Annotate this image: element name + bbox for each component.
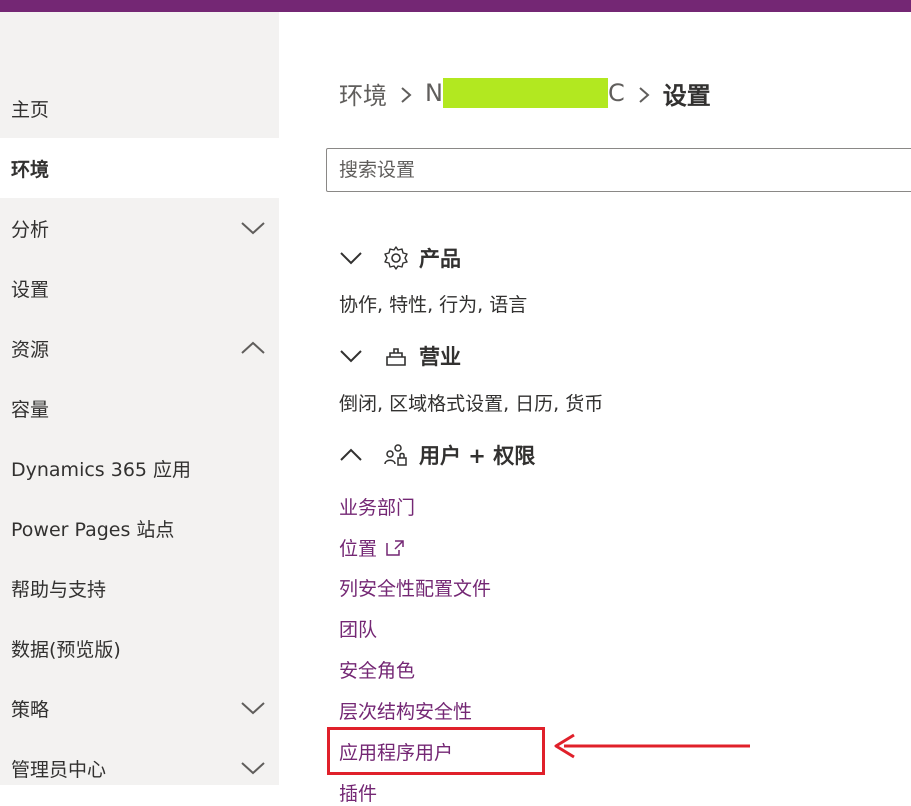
link-label: 插件 xyxy=(339,783,378,805)
chevron-down-icon xyxy=(339,250,363,266)
link-label: 团队 xyxy=(339,619,378,641)
chevron-up-icon xyxy=(339,447,363,463)
sidebar-item-environments[interactable]: 环境 xyxy=(0,138,279,198)
sidebar-item-label: Dynamics 365 应用 xyxy=(11,458,192,481)
sidebar-item-analytics[interactable]: 分析 xyxy=(0,198,279,258)
redaction-block xyxy=(442,78,608,108)
section-business-header[interactable]: 营业 xyxy=(339,340,461,372)
chevron-down-icon[interactable] xyxy=(240,760,266,776)
sidebar-item-power-pages-sites[interactable]: Power Pages 站点 xyxy=(0,498,279,558)
chevron-right-icon xyxy=(635,83,653,103)
search-settings-input[interactable] xyxy=(326,148,911,192)
link-plugins[interactable]: 插件 xyxy=(339,779,377,806)
link-security-roles[interactable]: 安全角色 xyxy=(339,656,415,683)
link-label: 安全角色 xyxy=(339,660,416,682)
breadcrumb-environment[interactable]: N C xyxy=(425,78,625,108)
link-label: 层次结构安全性 xyxy=(339,701,473,723)
sidebar-item-data-preview[interactable]: 数据(预览版) xyxy=(0,618,279,678)
chevron-down-icon[interactable] xyxy=(240,220,266,236)
sidebar-item-label: 资源 xyxy=(11,338,50,361)
breadcrumb-current: 设置 xyxy=(662,81,711,110)
section-business-description: 倒闭, 区域格式设置, 日历, 货币 xyxy=(339,393,604,415)
link-label: 位置 xyxy=(339,538,378,560)
section-title: 营业 xyxy=(419,345,461,369)
sidebar-item-label: 设置 xyxy=(11,278,50,301)
people-lock-icon xyxy=(383,442,409,468)
sidebar-item-policies[interactable]: 策略 xyxy=(0,678,279,738)
sidebar-item-label: 管理员中心 xyxy=(11,758,107,781)
link-hierarchy-security[interactable]: 层次结构安全性 xyxy=(339,697,472,724)
sidebar-item-label: 数据(预览版) xyxy=(11,638,121,661)
section-title: 用户 + 权限 xyxy=(419,444,536,468)
section-users-permissions-header[interactable]: 用户 + 权限 xyxy=(339,439,535,471)
link-label: 列安全性配置文件 xyxy=(339,578,492,600)
breadcrumb-root[interactable]: 环境 xyxy=(339,76,387,111)
section-product-header[interactable]: 产品 xyxy=(339,242,461,274)
chevron-down-icon xyxy=(339,348,363,364)
sidebar-item-label: 分析 xyxy=(11,218,50,241)
sidebar-item-capacity[interactable]: 容量 xyxy=(0,378,279,438)
sidebar-item-label: Power Pages 站点 xyxy=(11,518,175,541)
sidebar-item-dynamics-365-apps[interactable]: Dynamics 365 应用 xyxy=(0,438,279,498)
external-link-icon xyxy=(385,539,405,557)
breadcrumb-env-prefix: N xyxy=(425,79,443,107)
sidebar-item-label: 策略 xyxy=(11,698,50,721)
sidebar-item-resources[interactable]: 资源 xyxy=(0,318,279,378)
sidebar-item-settings[interactable]: 设置 xyxy=(0,258,279,318)
annotation-highlight-box xyxy=(327,727,545,775)
section-product-description: 协作, 特性, 行为, 语言 xyxy=(339,294,528,316)
link-locations[interactable]: 位置 xyxy=(339,534,405,561)
section-title: 产品 xyxy=(419,247,461,271)
building-icon xyxy=(383,343,409,369)
main-content: 环境 N C 设置 产品 协作, 特性, 行为, 语言 营业 倒闭, 区域格式设… xyxy=(279,12,911,805)
sidebar: 主页 环境 分析 设置 资源 容量 Dynamics 365 应用 Power … xyxy=(0,12,279,785)
sidebar-item-label: 帮助与支持 xyxy=(11,578,107,601)
chevron-right-icon xyxy=(397,83,415,103)
chevron-up-icon[interactable] xyxy=(240,340,266,356)
breadcrumb: 环境 N C 设置 xyxy=(339,76,711,111)
sidebar-item-admin-centers[interactable]: 管理员中心 xyxy=(0,738,279,798)
link-field-security-profiles[interactable]: 列安全性配置文件 xyxy=(339,574,491,601)
link-label: 业务部门 xyxy=(339,497,416,519)
sidebar-item-help-support[interactable]: 帮助与支持 xyxy=(0,558,279,618)
link-business-units[interactable]: 业务部门 xyxy=(339,493,415,520)
top-bar xyxy=(0,0,911,12)
gear-icon xyxy=(383,245,409,271)
breadcrumb-env-suffix: C xyxy=(607,79,625,107)
sidebar-item-home[interactable]: 主页 xyxy=(0,78,279,138)
chevron-down-icon[interactable] xyxy=(240,700,266,716)
annotation-arrow-icon xyxy=(554,733,750,759)
sidebar-item-label: 环境 xyxy=(11,158,50,181)
sidebar-item-label: 主页 xyxy=(11,98,50,121)
sidebar-item-label: 容量 xyxy=(11,398,50,421)
link-teams[interactable]: 团队 xyxy=(339,615,377,642)
